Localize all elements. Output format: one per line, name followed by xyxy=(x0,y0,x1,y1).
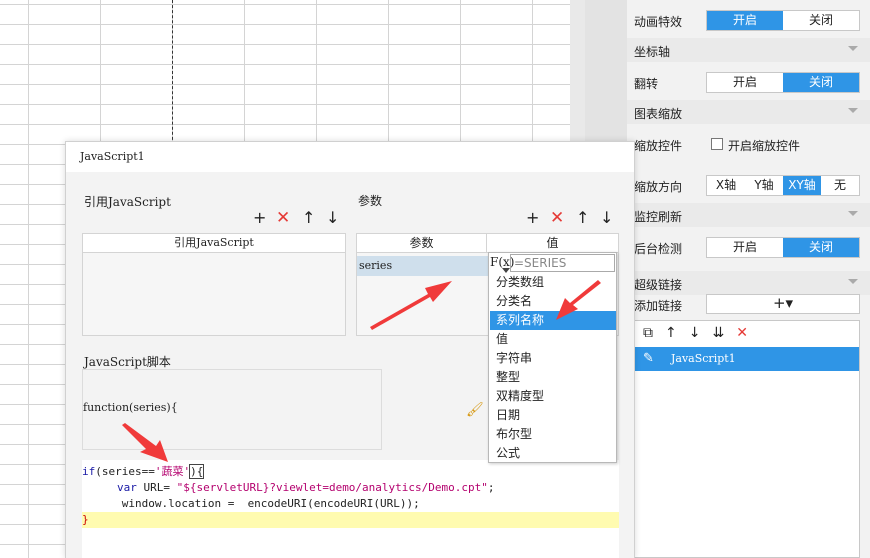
annotation-arrows xyxy=(122,280,601,462)
arrow-to-series-name xyxy=(556,280,601,320)
arrow-to-param-value xyxy=(370,281,452,330)
arrow-to-code-string xyxy=(122,423,168,462)
